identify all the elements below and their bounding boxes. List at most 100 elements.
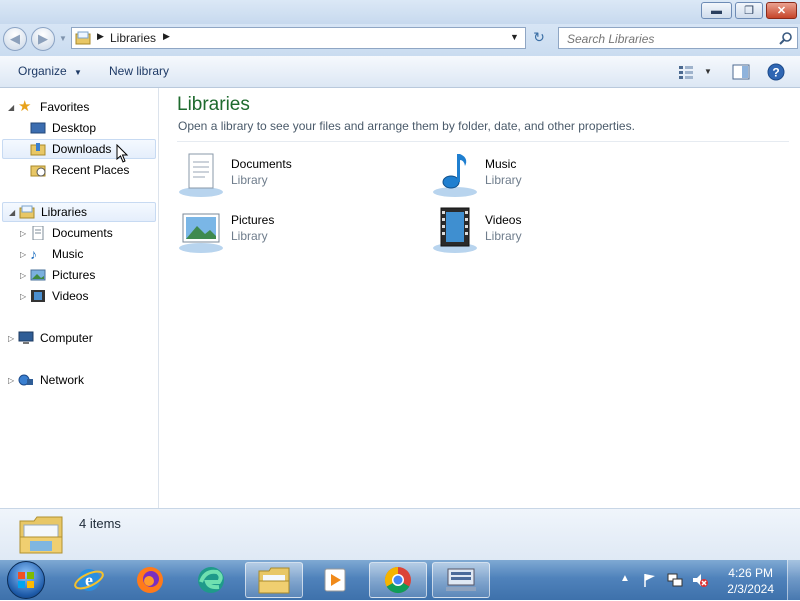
libraries-icon [19,205,35,219]
recent-places-icon [30,165,46,177]
library-type: Library [485,229,522,243]
downloads-folder-icon [30,143,46,156]
nav-downloads[interactable]: Downloads [2,139,156,159]
nav-music[interactable]: ▷ ♪ Music [20,244,156,264]
command-bar: Organize ▼ New library ▼ ? [0,56,800,88]
help-icon[interactable]: ? [767,63,785,81]
network-status-icon[interactable] [667,572,683,588]
windows-logo-icon [18,572,34,588]
taskbar-edge[interactable] [182,562,240,598]
libraries-folder-icon [19,516,63,554]
collapse-arrow-icon[interactable]: ◢ [8,103,18,112]
videos-icon [31,290,45,302]
breadcrumb-separator-icon[interactable]: ▶ [97,31,104,42]
expand-arrow-icon[interactable]: ▷ [20,250,30,259]
system-clock[interactable]: 4:26 PM 2/3/2024 [727,565,774,597]
library-type: Library [485,173,522,187]
show-desktop-button[interactable] [787,560,800,600]
nav-libraries[interactable]: ◢ Libraries [2,202,156,222]
chrome-icon [384,566,411,594]
expand-arrow-icon[interactable]: ▷ [8,334,18,343]
library-name: Documents [231,157,292,171]
library-tile-documents[interactable]: Documents Library [177,150,417,198]
refresh-button[interactable]: ↻ [528,29,550,47]
nav-recent-places[interactable]: Recent Places [30,160,156,180]
taskbar-internet-explorer[interactable]: e [60,562,118,598]
taskbar-firefox[interactable] [121,562,179,598]
navigation-pane: ◢ ★ Favorites Desktop Downloads Recent P… [0,88,159,508]
volume-muted-icon[interactable] [692,572,708,588]
library-type: Library [231,229,268,243]
expand-arrow-icon[interactable]: ▷ [20,292,30,301]
expand-arrow-icon[interactable]: ▷ [20,271,30,280]
close-button[interactable]: ✕ [766,2,797,19]
file-explorer-icon [258,567,290,594]
star-icon: ★ [18,98,32,115]
search-icon[interactable] [779,31,793,45]
minimize-button[interactable]: ▬ [701,2,732,19]
restore-button[interactable]: ❐ [735,2,763,19]
videos-library-icon [433,207,477,253]
recent-pages-arrow-icon[interactable]: ▼ [59,34,67,43]
library-name: Music [485,157,517,171]
nav-documents[interactable]: ▷ Documents [20,223,156,243]
show-hidden-icons-icon[interactable]: ▲ [620,573,630,584]
taskbar-file-explorer[interactable] [245,562,303,598]
music-note-icon: ♪ [30,246,37,262]
organize-dropdown-icon: ▼ [74,68,82,77]
media-player-icon [324,568,346,592]
organize-button[interactable]: Organize ▼ [18,64,82,78]
page-subtitle: Open a library to see your files and arr… [178,119,635,133]
collapse-arrow-icon[interactable]: ◢ [9,208,19,217]
desktop-icon [30,122,46,134]
library-name: Pictures [231,213,275,227]
address-bar[interactable]: ▶ Libraries ▶ ▼ [71,27,526,49]
firefox-icon [137,567,163,593]
documents-library-icon [179,153,223,197]
nav-network[interactable]: ▷ Network [8,370,156,390]
keyboard-icon [446,568,476,591]
documents-icon [32,226,44,240]
search-box[interactable] [558,27,798,49]
nav-computer[interactable]: ▷ Computer [8,328,156,348]
divider [177,141,789,142]
address-dropdown-icon[interactable]: ▼ [510,32,519,42]
search-input[interactable] [565,30,774,48]
library-tile-videos[interactable]: Videos Library [431,206,671,254]
clock-date: 2/3/2024 [727,582,774,596]
start-button[interactable] [7,561,45,599]
nav-desktop[interactable]: Desktop [30,118,156,138]
edge-icon [198,567,224,593]
pictures-icon [30,269,46,281]
library-tile-pictures[interactable]: Pictures Library [177,206,417,254]
clock-time: 4:26 PM [728,566,773,580]
change-view-icon[interactable] [678,65,694,79]
breadcrumb-chevron-icon[interactable]: ▶ [163,31,170,42]
view-options-dropdown-icon[interactable]: ▼ [704,67,712,76]
page-title: Libraries [177,94,250,115]
back-button[interactable]: ◀ [3,27,27,51]
action-center-flag-icon[interactable] [642,572,658,588]
address-row: ◀ ▶ ▼ ▶ Libraries ▶ ▼ ↻ [0,24,800,56]
expand-arrow-icon[interactable]: ▷ [8,376,18,385]
music-library-icon [433,154,477,197]
taskbar-chrome[interactable] [369,562,427,598]
computer-icon [18,331,34,344]
taskbar-media-player[interactable] [306,562,364,598]
new-library-button[interactable]: New library [109,64,169,78]
network-icon [18,374,33,386]
nav-pictures[interactable]: ▷ Pictures [20,265,156,285]
expand-arrow-icon[interactable]: ▷ [20,229,30,238]
pictures-library-icon [179,213,223,253]
nav-videos[interactable]: ▷ Videos [20,286,156,306]
taskbar: e ▲ 4:26 PM 2/3/2024 [0,560,800,600]
library-name: Videos [485,213,522,227]
details-pane: 4 items [0,508,800,560]
forward-button[interactable]: ▶ [31,27,55,51]
library-tile-music[interactable]: Music Library [431,150,671,198]
nav-favorites[interactable]: ◢ ★ Favorites [8,97,156,117]
taskbar-on-screen-keyboard[interactable] [432,562,490,598]
preview-pane-icon[interactable] [732,64,750,80]
breadcrumb-libraries[interactable]: Libraries [110,31,156,45]
internet-explorer-icon: e [74,569,104,591]
